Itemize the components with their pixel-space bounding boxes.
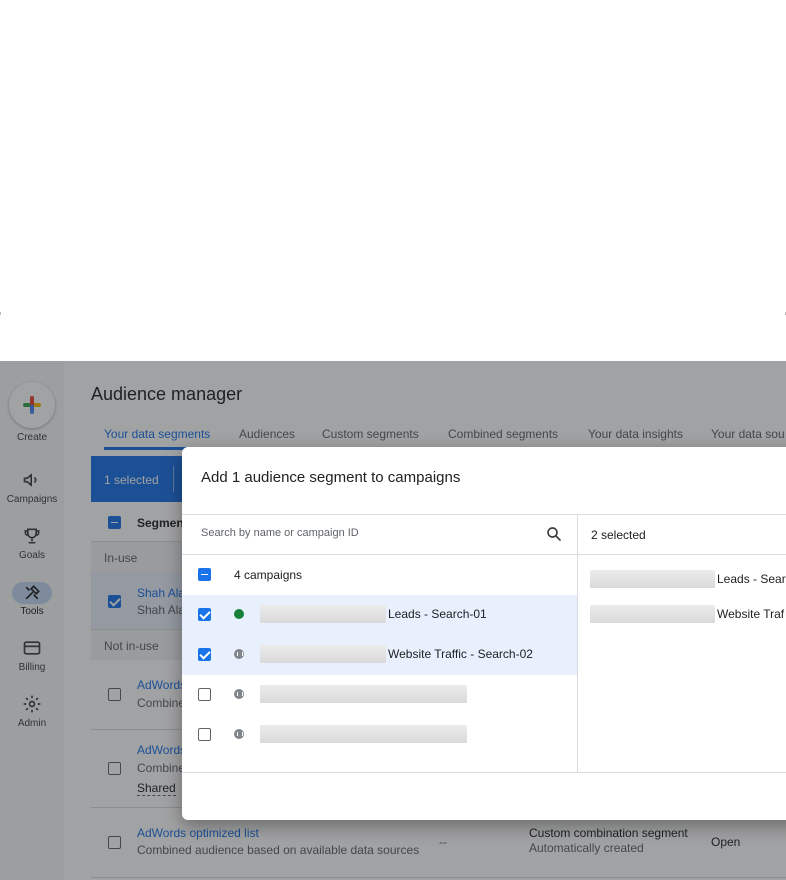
dialog-column-divider (577, 514, 578, 773)
campaign-checkbox[interactable] (198, 648, 211, 661)
dialog-footer-divider (182, 772, 786, 773)
redacted-campaign-prefix (260, 605, 386, 623)
paused-status-icon (234, 649, 244, 659)
dialog-title: Add 1 audience segment to campaigns (201, 469, 461, 486)
enabled-status-icon (234, 609, 244, 619)
selected-count: 2 selected (591, 528, 646, 542)
redacted-selected-prefix (590, 570, 715, 588)
campaign-checkbox[interactable] (198, 728, 211, 741)
campaign-checkbox[interactable] (198, 688, 211, 701)
campaign-name: Website Traffic - Search-02 (388, 647, 533, 661)
viewport: Create Campaigns Goals Tools Billing Adm… (0, 0, 786, 880)
redacted-campaign-name (260, 725, 467, 743)
edge-mark-left (0, 312, 1, 315)
blank-area (0, 0, 786, 361)
paused-status-icon (234, 689, 244, 699)
selected-divider (578, 554, 786, 555)
redacted-campaign-name (260, 685, 467, 703)
select-all-campaigns-checkbox[interactable] (198, 568, 211, 581)
search-icon[interactable] (545, 525, 563, 543)
dialog-divider (182, 514, 786, 515)
campaign-checkbox[interactable] (198, 608, 211, 621)
selected-campaign[interactable]: Website Traf (717, 607, 784, 621)
campaign-count: 4 campaigns (234, 568, 303, 582)
campaign-search-input[interactable]: Search by name or campaign ID (201, 527, 359, 539)
paused-status-icon (234, 729, 244, 739)
redacted-campaign-prefix (260, 645, 386, 663)
redacted-selected-prefix (590, 605, 715, 623)
campaign-name: Leads - Search-01 (388, 607, 487, 621)
search-divider (182, 554, 577, 555)
add-segment-dialog: Add 1 audience segment to campaigns Sear… (182, 447, 786, 820)
selected-campaign[interactable]: Leads - Searc (717, 572, 786, 586)
